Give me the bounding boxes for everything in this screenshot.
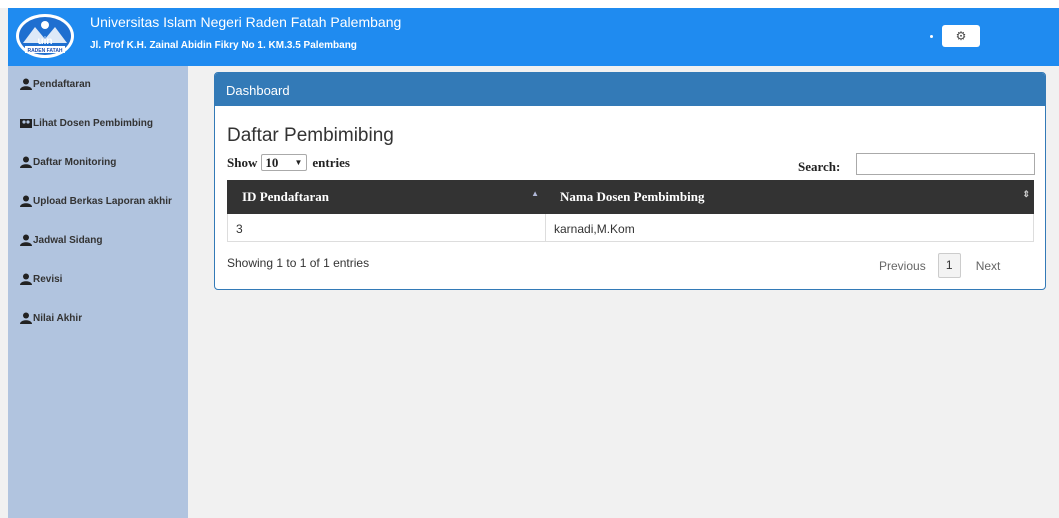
search-input[interactable] bbox=[856, 153, 1035, 175]
column-header-nama[interactable]: Nama Dosen Pembimbing ⇕ bbox=[545, 180, 1034, 214]
sidebar-item-daftar-monitoring[interactable]: Daftar Monitoring bbox=[20, 156, 116, 168]
search-label: Search: bbox=[798, 159, 841, 174]
logo-text: uin bbox=[38, 36, 53, 47]
entries-value: 10 bbox=[265, 155, 279, 170]
table-cell: karnadi,M.Kom bbox=[554, 222, 635, 236]
table-row: 3 karnadi,M.Kom bbox=[227, 214, 1034, 242]
university-logo: uin RADEN FATAH bbox=[16, 14, 74, 58]
sidebar-item-upload-berkas[interactable]: Upload Berkas Laporan akhir bbox=[20, 195, 172, 207]
sort-both-icon: ⇕ bbox=[1022, 189, 1030, 199]
sidebar-item-label: Revisi bbox=[33, 273, 63, 285]
user-icon bbox=[20, 78, 32, 90]
user-icon bbox=[20, 156, 32, 168]
sidebar-item-revisi[interactable]: Revisi bbox=[20, 273, 62, 285]
sidebar-item-pendaftaran[interactable]: Pendaftaran bbox=[20, 78, 91, 90]
table-info: Showing 1 to 1 of 1 entries bbox=[227, 256, 370, 270]
site-title: Universitas Islam Negeri Raden Fatah Pal… bbox=[90, 14, 402, 30]
previous-button[interactable]: Previous bbox=[879, 259, 926, 273]
column-header-id[interactable]: ID Pendaftaran ▲ bbox=[227, 180, 545, 214]
pagination: Previous 1 Next bbox=[879, 253, 1000, 278]
logo-subtext: RADEN FATAH bbox=[27, 48, 62, 54]
gear-icon: ⚙ bbox=[955, 29, 967, 43]
section-title: Daftar Pembimibing bbox=[227, 125, 394, 146]
dashboard-panel: Dashboard Daftar Pembimibing Show 10 ▼ e… bbox=[214, 72, 1046, 290]
sidebar-item-label: Pendaftaran bbox=[33, 78, 91, 90]
sidebar: Pendaftaran Lihat Dosen Pembimbing Dafta… bbox=[8, 66, 188, 518]
sidebar-item-label: Upload Berkas Laporan akhir bbox=[33, 195, 172, 207]
settings-button[interactable]: ⚙ bbox=[942, 25, 980, 47]
panel-heading: Dashboard bbox=[215, 73, 1045, 106]
sidebar-item-label: Daftar Monitoring bbox=[33, 156, 117, 168]
group-icon bbox=[20, 119, 32, 128]
table-cell: 3 bbox=[228, 214, 546, 241]
sidebar-item-jadwal-sidang[interactable]: Jadwal Sidang bbox=[20, 234, 102, 246]
next-button[interactable]: Next bbox=[976, 259, 1001, 273]
app-screen: uin RADEN FATAH Universitas Islam Negeri… bbox=[0, 8, 1059, 518]
column-header-label: ID Pendaftaran bbox=[242, 189, 330, 204]
entries-length-control: Show 10 ▼ entries bbox=[227, 154, 350, 171]
chevron-down-icon: ▼ bbox=[294, 158, 303, 167]
column-header-label: Nama Dosen Pembimbing bbox=[560, 189, 705, 204]
entries-label: entries bbox=[312, 154, 350, 170]
table-header: ID Pendaftaran ▲ Nama Dosen Pembimbing ⇕ bbox=[227, 180, 1034, 214]
sidebar-item-nilai-akhir[interactable]: Nilai Akhir bbox=[20, 312, 82, 324]
top-header: uin RADEN FATAH Universitas Islam Negeri… bbox=[8, 8, 1059, 66]
site-address: Jl. Prof K.H. Zainal Abidin Fikry No 1. … bbox=[90, 40, 357, 51]
header-dot bbox=[930, 35, 933, 38]
sidebar-item-label: Lihat Dosen Pembimbing bbox=[33, 117, 154, 129]
sort-asc-icon: ▲ bbox=[531, 189, 539, 198]
user-icon bbox=[20, 312, 32, 324]
show-label: Show bbox=[227, 154, 258, 170]
user-icon bbox=[20, 234, 32, 246]
user-icon bbox=[20, 273, 32, 285]
sidebar-item-lihat-dosen[interactable]: Lihat Dosen Pembimbing bbox=[20, 117, 153, 129]
user-icon bbox=[20, 195, 32, 207]
sidebar-item-label: Jadwal Sidang bbox=[33, 234, 103, 246]
entries-select[interactable]: 10 ▼ bbox=[261, 154, 308, 171]
pembimbing-table: ID Pendaftaran ▲ Nama Dosen Pembimbing ⇕… bbox=[227, 180, 1034, 242]
page-button-current[interactable]: 1 bbox=[937, 253, 961, 278]
sidebar-item-label: Nilai Akhir bbox=[33, 312, 83, 324]
